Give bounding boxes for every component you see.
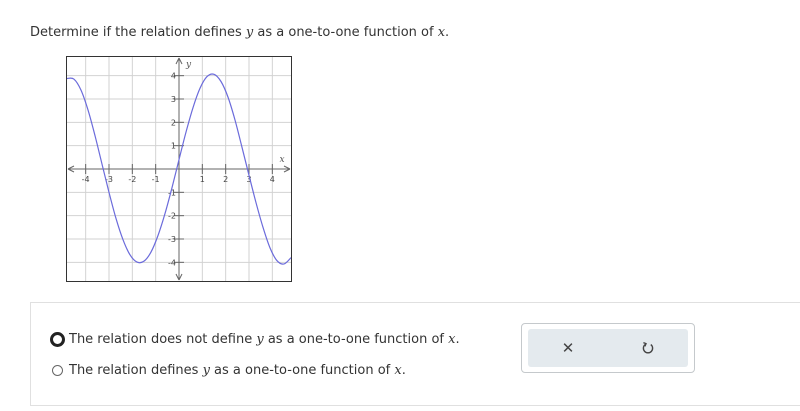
- close-icon: ✕: [561, 339, 575, 357]
- x-tick-label: 2: [223, 175, 228, 184]
- choice-label: The relation does not define y as a one-…: [69, 332, 460, 347]
- var-x: x: [437, 25, 446, 40]
- question-text: Determine if the relation defines y as a…: [30, 25, 450, 40]
- radio-one-to-one[interactable]: [52, 365, 63, 376]
- x-axis-label: x: [279, 155, 284, 165]
- answer-panel: The relation does not define y as a one-…: [30, 302, 800, 406]
- y-tick-label: 3: [171, 95, 176, 104]
- x-tick-label: 1: [200, 175, 205, 184]
- choice-not-one-to-one[interactable]: The relation does not define y as a one-…: [50, 332, 460, 347]
- x-tick-label: -1: [152, 175, 160, 184]
- x-tick-label: 4: [270, 175, 275, 184]
- y-tick-label: -2: [168, 212, 176, 221]
- y-axis-label: y: [185, 60, 192, 70]
- answer-button-group: ✕: [521, 323, 695, 373]
- button-strip: ✕: [528, 329, 688, 367]
- y-tick-label: 2: [171, 118, 176, 127]
- radio-not-one-to-one[interactable]: [50, 332, 65, 347]
- y-tick-label: 4: [171, 72, 176, 81]
- y-tick-label: -3: [168, 235, 176, 244]
- choice-one-to-one[interactable]: The relation defines y as a one-to-one f…: [52, 363, 406, 378]
- x-tick-label: -2: [128, 175, 136, 184]
- undo-icon: [642, 341, 654, 354]
- y-tick-label: -4: [168, 258, 176, 267]
- reset-button[interactable]: [608, 329, 688, 367]
- x-tick-label: -4: [82, 175, 90, 184]
- choice-label: The relation defines y as a one-to-one f…: [69, 363, 406, 378]
- y-tick-label: 1: [171, 142, 176, 151]
- function-graph: xy -4 -3 -2 -1 1 2 3 4 -4 -3 -2 -1 1 2 3 4: [66, 56, 292, 282]
- clear-button[interactable]: ✕: [528, 329, 608, 367]
- graph-svg: xy -4 -3 -2 -1 1 2 3 4-4-3-2-11234: [67, 57, 291, 281]
